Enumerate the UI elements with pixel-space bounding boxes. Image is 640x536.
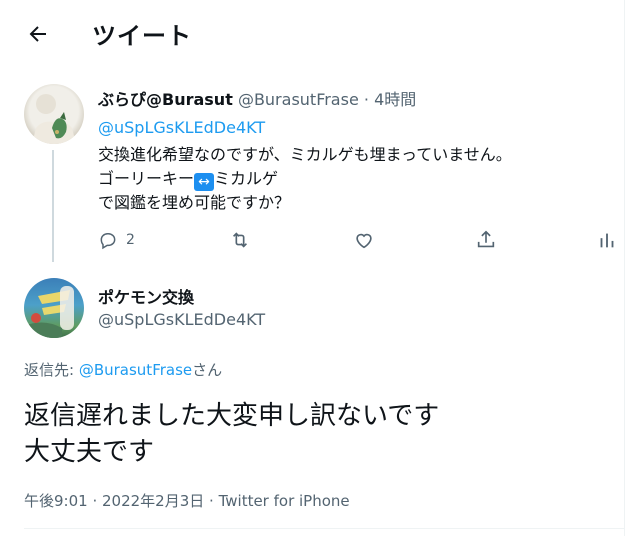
body-line: 大丈夫です <box>24 437 155 467</box>
divider <box>24 528 624 529</box>
tweet1-header: ぶらぴ@Burasut @BurasutFrase · 4時間 <box>98 89 416 111</box>
tweet-client: Twitter for iPhone <box>218 492 350 510</box>
left-right-arrow-icon: ↔ <box>194 173 215 191</box>
body-line: ゴーリーキー ↔ ミカルゲ <box>98 167 512 191</box>
mention-link[interactable]: @uSpLGsKLEdDe4KT <box>98 117 265 139</box>
separator: · <box>87 492 102 510</box>
arrow-left-icon[interactable] <box>26 22 50 46</box>
like-button[interactable] <box>353 228 375 252</box>
share-icon <box>477 230 495 248</box>
tweet-meta: 午後9:01 · 2022年2月3日 · Twitter for iPhone <box>24 490 350 512</box>
tweet2-body: 返信遅れました大変申し訳ないです 大丈夫です <box>24 398 439 470</box>
reply-icon <box>100 233 116 250</box>
header: ツイート <box>0 0 624 72</box>
tweet-date[interactable]: 2022年2月3日 <box>102 492 204 510</box>
display-name[interactable]: ぶらぴ@Burasut <box>98 90 233 109</box>
analytics-icon <box>600 233 614 248</box>
user-handle[interactable]: @uSpLGsKLEdDe4KT <box>98 310 265 330</box>
tweet-time[interactable]: 4時間 <box>374 90 416 109</box>
analytics-button[interactable] <box>597 228 617 252</box>
display-name[interactable]: ポケモン交換 <box>98 288 194 308</box>
tweet-actions: 2 <box>0 228 624 252</box>
retweet-button[interactable] <box>229 228 251 252</box>
avatar[interactable] <box>24 84 84 144</box>
reply-count: 2 <box>126 232 135 248</box>
separator: · <box>358 90 375 109</box>
reply-prefix: 返信先: <box>24 361 79 379</box>
tweet-time[interactable]: 午後9:01 <box>24 492 88 510</box>
reply-suffix: さん <box>192 361 223 379</box>
reply-button[interactable]: 2 <box>98 228 135 252</box>
body-text: ミカルゲ <box>214 169 279 188</box>
body-line: 交換進化希望なのですが、ミカルゲも埋まっていません。 <box>98 145 512 164</box>
page-title: ツイート <box>92 22 192 50</box>
retweet-icon <box>232 232 248 248</box>
body-text: ゴーリーキー <box>98 169 195 188</box>
avatar-image <box>24 286 74 338</box>
frame-border <box>624 0 625 536</box>
reply-to-link[interactable]: @BurasutFrase <box>79 361 192 379</box>
avatar[interactable] <box>24 278 84 338</box>
tweet1-body: 交換進化希望なのですが、ミカルゲも埋まっていません。 ゴーリーキー ↔ ミカルゲ で… <box>98 143 512 215</box>
body-line: で図鑑を埋め可能ですか？ <box>98 193 291 212</box>
share-button[interactable] <box>475 228 497 252</box>
like-icon <box>356 233 372 249</box>
separator: · <box>204 492 219 510</box>
user-handle[interactable]: @BurasutFrase <box>238 90 359 109</box>
avatar-image <box>32 94 76 144</box>
reply-context: 返信先: @BurasutFraseさん <box>24 360 222 380</box>
body-line: 返信遅れました大変申し訳ないです <box>24 401 440 431</box>
